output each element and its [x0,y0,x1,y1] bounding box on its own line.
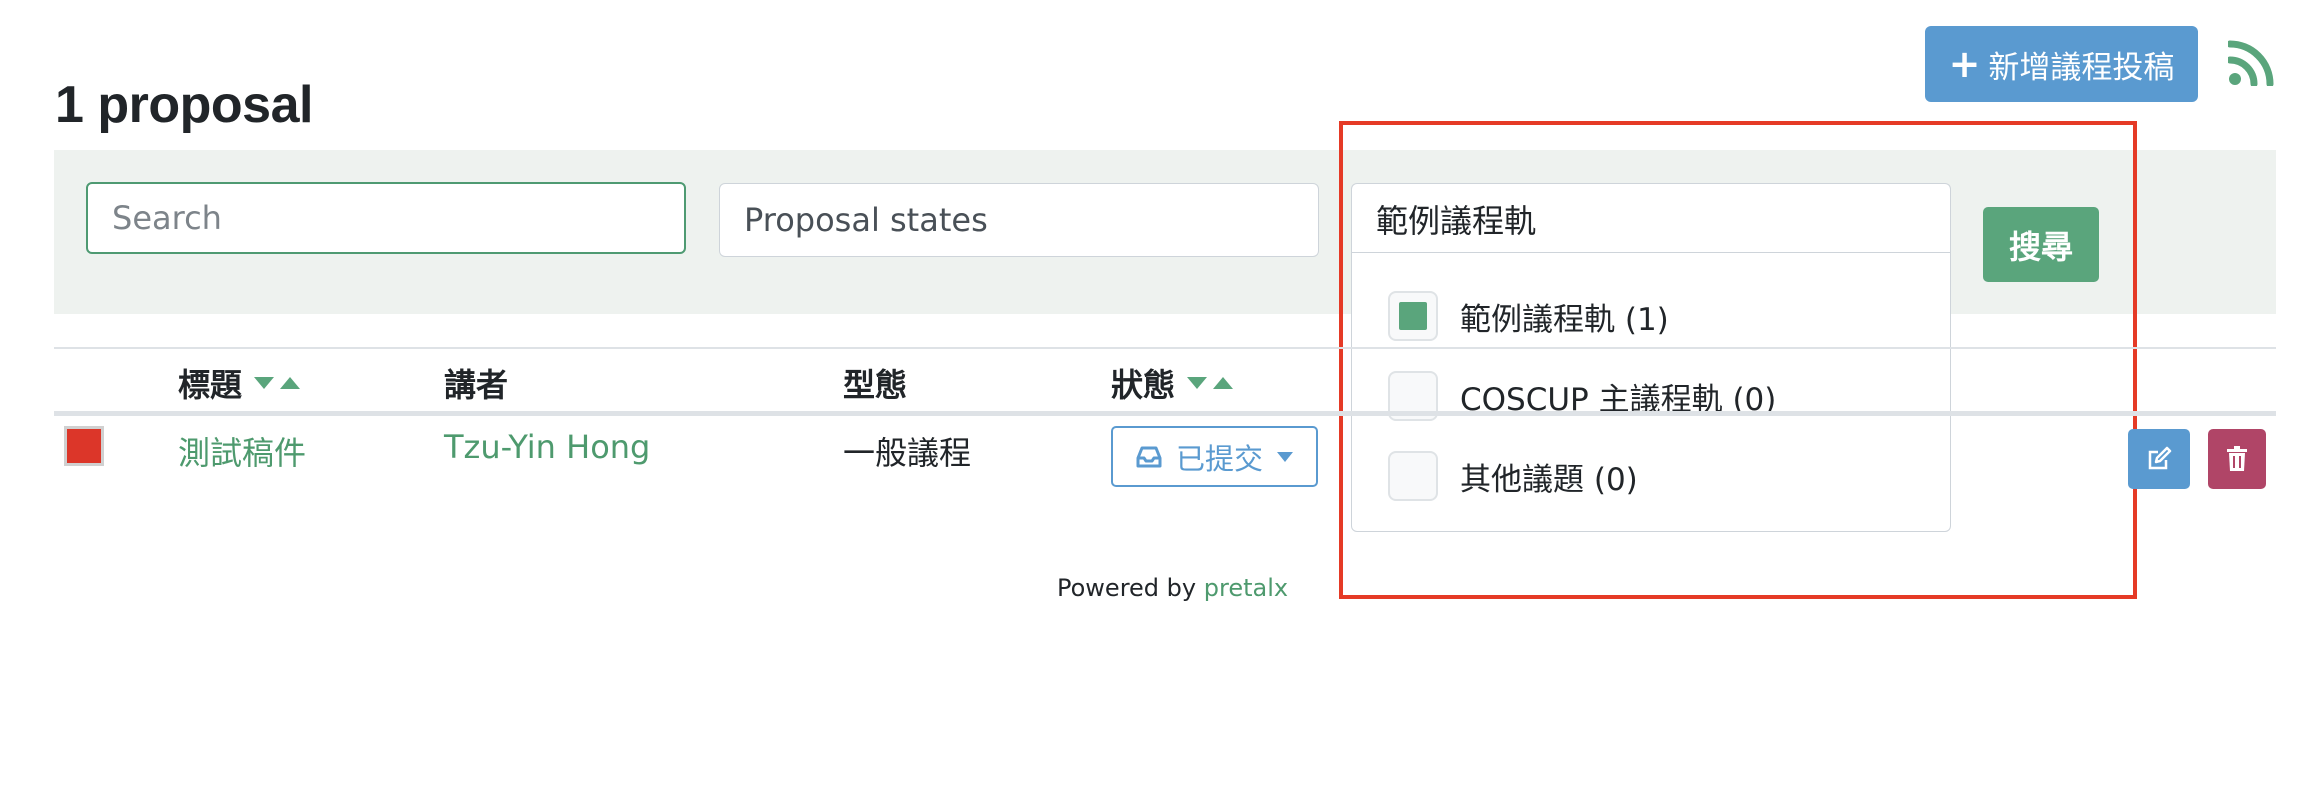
search-button[interactable]: 搜尋 [1983,207,2099,282]
inbox-icon [1136,446,1162,467]
track-option-sample[interactable]: 範例議程軌 (1) [1388,291,1669,341]
track-checkbox[interactable] [1388,291,1438,341]
plus-icon: + [1948,42,1981,86]
column-header-type-label: 型態 [843,366,908,404]
footer: Powered by pretalx [1057,574,1288,602]
rss-icon[interactable] [2228,40,2274,86]
page-title: 1 proposal [55,75,313,134]
track-dropdown: 範例議程軌 (1) COSCUP 主議程軌 (0) 其他議題 (0) [1351,252,1951,532]
track-option-other[interactable]: 其他議題 (0) [1388,451,1638,501]
edit-icon [2148,446,2172,470]
table-top-divider [54,347,2276,349]
new-proposal-button[interactable]: + 新增議程投稿 [1925,26,2198,102]
track-option-label: 其他議題 (0) [1460,461,1638,498]
footer-text: Powered by [1057,574,1197,602]
proposal-states-select[interactable]: Proposal states [719,183,1319,257]
column-header-speaker: 講者 [444,360,508,406]
column-header-type: 型態 [843,360,907,406]
column-header-speaker-label: 講者 [444,366,509,404]
sort-desc-icon[interactable] [1187,377,1208,389]
track-select[interactable]: 範例議程軌 [1351,183,1951,253]
search-input[interactable] [86,182,686,254]
column-header-state: 狀態 [1111,360,1234,406]
sort-controls-title [254,377,301,389]
column-header-state-label: 狀態 [1111,366,1176,404]
chevron-down-icon [1277,451,1293,462]
column-header-title: 標題 [178,360,301,406]
delete-button[interactable] [2208,429,2266,489]
table-header-divider [54,411,2276,416]
sort-desc-icon[interactable] [254,377,275,389]
sort-asc-icon[interactable] [280,377,301,389]
sort-asc-icon[interactable] [1213,377,1234,389]
track-option-label: 範例議程軌 (1) [1460,301,1669,338]
track-checkbox[interactable] [1388,451,1438,501]
pretalx-link[interactable]: pretalx [1204,574,1288,602]
row-color-swatch [64,426,104,466]
track-select-value: 範例議程軌 [1376,201,1537,240]
state-label: 已提交 [1175,441,1263,476]
new-proposal-label: 新增議程投稿 [1988,49,2175,86]
column-header-title-label: 標題 [178,366,243,404]
proposal-states-placeholder: Proposal states [744,201,988,239]
trash-icon [2227,446,2247,471]
sort-controls-state [1187,377,1234,389]
proposal-title-link[interactable]: 測試稿件 [178,428,306,474]
speaker-link[interactable]: Tzu-Yin Hong [444,428,650,466]
session-type: 一般議程 [843,434,972,472]
edit-button[interactable] [2128,429,2190,489]
state-dropdown-button[interactable]: 已提交 [1111,426,1318,487]
